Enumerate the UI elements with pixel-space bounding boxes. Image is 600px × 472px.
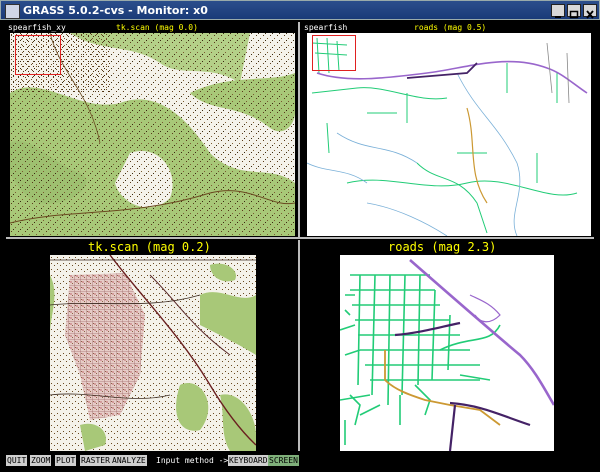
location-label: spearfish_xy <box>8 23 66 32</box>
topo-scan-zoom-map[interactable] <box>50 255 256 451</box>
roads-map[interactable] <box>307 33 591 236</box>
menu-zoom[interactable]: ZOOM <box>30 455 52 466</box>
zoom-region-box[interactable] <box>15 35 61 75</box>
menu-plot[interactable]: PLOT <box>55 455 77 466</box>
title-bar: GRASS 5.0.2-cvs - Monitor: x0 <box>0 0 600 20</box>
window-menu-icon[interactable] <box>5 4 20 19</box>
panel-label: roads (mag 2.3) <box>388 240 497 254</box>
topo-scan-map[interactable] <box>10 33 295 236</box>
roads-zoom-map[interactable] <box>340 255 554 451</box>
panel-divider <box>298 240 300 451</box>
panel-divider <box>298 22 300 237</box>
panel-label: tk.scan (mag 0.0) <box>116 23 198 32</box>
minimize-icon[interactable] <box>551 4 565 18</box>
panel-top-left[interactable]: spearfish_xy tk.scan (mag 0.0) <box>6 22 296 236</box>
window-title: GRASS 5.0.2-cvs - Monitor: x0 <box>23 4 208 17</box>
menu-bar: QUIT ZOOM PLOT RASTER ANALYZE Input meth… <box>0 451 600 472</box>
panel-label: tk.scan (mag 0.2) <box>88 240 211 254</box>
menu-raster[interactable]: RASTER <box>80 455 111 466</box>
zoom-region-box[interactable] <box>312 35 356 71</box>
panel-label: roads (mag 0.5) <box>414 23 487 32</box>
panel-bottom-left[interactable]: tk.scan (mag 0.2) <box>6 240 298 452</box>
menu-quit[interactable]: QUIT <box>6 455 28 466</box>
keyboard-button[interactable]: KEYBOARD <box>228 455 269 466</box>
screen-button[interactable]: SCREEN <box>268 455 299 466</box>
panel-divider <box>6 237 594 239</box>
maximize-icon[interactable] <box>567 4 581 19</box>
location-label: spearfish <box>304 23 348 32</box>
close-icon[interactable] <box>583 4 597 19</box>
input-method-label: Input method -> <box>156 456 229 465</box>
panel-bottom-right[interactable]: roads (mag 2.3) <box>302 240 594 452</box>
menu-analyze[interactable]: ANALYZE <box>111 455 147 466</box>
panel-top-right[interactable]: spearfish roads (mag 0.5) <box>302 22 594 236</box>
